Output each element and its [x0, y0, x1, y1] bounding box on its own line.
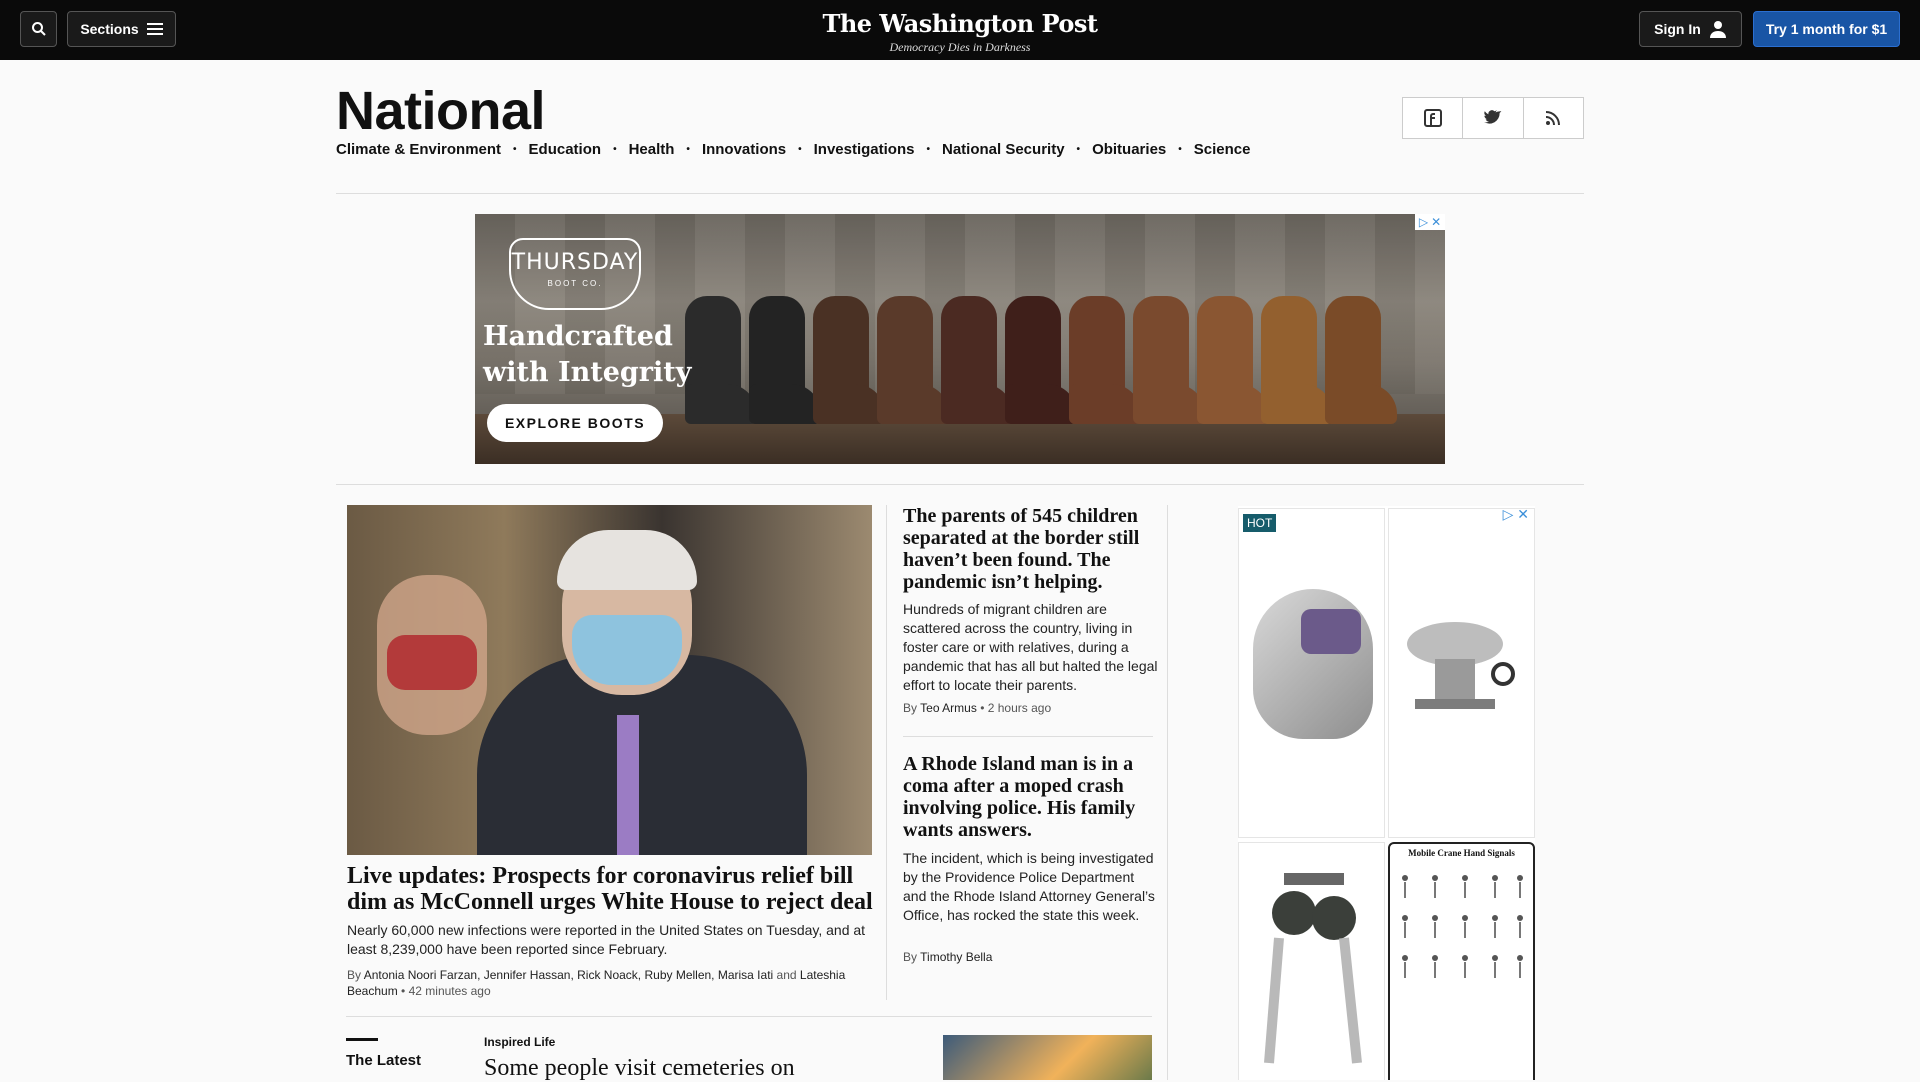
subnav-separator: •	[613, 144, 617, 155]
ad-headline-line-2: with Integrity	[483, 357, 692, 388]
story-byline: By Teo Armus • 2 hours ago	[903, 701, 1158, 715]
ad-headline-line-1: Handcrafted	[483, 321, 673, 352]
ad-tile-helmet[interactable]: HOT	[1238, 508, 1385, 838]
crane-chart-title: Mobile Crane Hand Signals	[1408, 848, 1515, 858]
subnav-separator: •	[1076, 144, 1081, 155]
site-logo[interactable]: The Washington Post	[760, 9, 1160, 38]
subnav-obituaries[interactable]: Obituaries	[1092, 141, 1166, 158]
sidebar-advertisement[interactable]: HOT ▷ ✕ Mobile Crane Hand Signals	[1238, 506, 1535, 1080]
image-tie	[617, 715, 639, 855]
ad-choices-close[interactable]: ▷ ✕	[1415, 214, 1445, 230]
subnav-innovations[interactable]: Innovations	[702, 141, 786, 158]
ad-choices-close[interactable]: ▷ ✕	[1503, 506, 1529, 523]
twitter-button[interactable]	[1463, 98, 1524, 138]
lead-story-headline[interactable]: Live updates: Prospects for coronavirus …	[347, 863, 877, 915]
ad-brand-sub: BOOT CO.	[547, 279, 603, 288]
lead-story-byline: By Antonia Noori Farzan, Jennifer Hassan…	[347, 967, 877, 999]
divider	[903, 736, 1153, 737]
site-tagline: Democracy Dies in Darkness	[889, 40, 1031, 54]
search-icon	[31, 22, 46, 36]
latest-label: The Latest	[346, 1052, 422, 1069]
byline-timestamp: 42 minutes ago	[408, 984, 491, 998]
byline-and: and	[776, 968, 797, 982]
byline-by: By	[903, 950, 918, 964]
subnav-climate-environment[interactable]: Climate & Environment	[336, 141, 501, 158]
welding-positioner-image	[1407, 622, 1515, 709]
subnav-health[interactable]: Health	[629, 141, 675, 158]
rss-button[interactable]	[1524, 98, 1583, 138]
story-blurb: The incident, which is being investigate…	[903, 850, 1155, 923]
divider	[346, 1016, 1152, 1017]
subnav-separator: •	[926, 144, 930, 155]
ad-tile-crane-signals[interactable]: Mobile Crane Hand Signals	[1388, 842, 1535, 1080]
byline-timestamp: 2 hours ago	[987, 701, 1052, 715]
lead-story-image[interactable]	[347, 505, 872, 855]
close-icon[interactable]: ✕	[1431, 215, 1441, 229]
sign-in-button[interactable]: Sign In	[1639, 11, 1742, 47]
latest-accent-bar	[346, 1038, 378, 1041]
subscribe-button[interactable]: Try 1 month for $1	[1753, 11, 1900, 47]
story-headline[interactable]: Some people visit cemeteries on	[484, 1055, 795, 1082]
subnav-separator: •	[513, 144, 517, 155]
section-subnav: Climate & Environment • Education • Health…	[336, 141, 1250, 158]
ad-boots-image	[675, 284, 1445, 424]
story-byline: By Timothy Bella	[903, 950, 1158, 964]
ad-headline: Handcrafted with Integrity	[483, 319, 691, 391]
subnav-separator: •	[1178, 144, 1182, 155]
story-kicker[interactable]: Inspired Life	[484, 1035, 555, 1049]
lead-story-blurb: Nearly 60,000 new infections were report…	[347, 922, 866, 957]
hamburger-icon	[146, 23, 163, 35]
twitter-icon	[1483, 110, 1502, 124]
byline-by: By	[347, 968, 362, 982]
sections-label: Sections	[80, 21, 139, 37]
helmet-visor	[1301, 609, 1361, 654]
hot-badge: HOT	[1243, 514, 1277, 532]
safety-lanyard-image	[1264, 873, 1362, 1064]
subnav-separator: •	[686, 144, 690, 155]
advertisement-banner[interactable]: THURSDAY BOOT CO. Handcrafted with Integ…	[475, 214, 1445, 464]
ad-tile-lanyard[interactable]	[1238, 842, 1385, 1080]
masthead[interactable]: The Washington Post Democracy Dies in Da…	[760, 9, 1160, 55]
story-thumbnail[interactable]	[943, 1035, 1152, 1080]
byline-author[interactable]: Teo Armus	[920, 701, 977, 715]
subnav-separator: •	[798, 144, 802, 155]
ad-brand-logo: THURSDAY BOOT CO.	[509, 238, 641, 310]
ad-cta-button[interactable]: EXPLORE BOOTS	[487, 404, 663, 442]
divider	[336, 193, 1584, 194]
ad-tile-positioner[interactable]	[1388, 508, 1535, 838]
page-title: National	[336, 81, 546, 141]
search-button[interactable]	[20, 11, 57, 47]
byline-authors[interactable]: Antonia Noori Farzan, Jennifer Hassan, R…	[364, 968, 774, 982]
subnav-education[interactable]: Education	[529, 141, 602, 158]
byline-by: By	[903, 701, 918, 715]
byline-author[interactable]: Timothy Bella	[920, 950, 992, 964]
crane-signals-figures	[1402, 875, 1523, 978]
sections-menu-button[interactable]: Sections	[67, 11, 176, 47]
facebook-button[interactable]	[1403, 98, 1464, 138]
image-background-mask	[387, 635, 477, 690]
adchoices-icon[interactable]: ▷	[1503, 506, 1514, 522]
sign-in-label: Sign In	[1654, 21, 1701, 37]
subnav-science[interactable]: Science	[1194, 141, 1251, 158]
byline-separator: •	[980, 701, 988, 715]
story-blurb: Hundreds of migrant children are scatter…	[903, 601, 1158, 693]
column-divider	[886, 505, 887, 1000]
story-headline[interactable]: A Rhode Island man is in a coma after a …	[903, 753, 1158, 841]
adchoices-icon[interactable]: ▷	[1419, 215, 1428, 229]
column-divider	[1167, 505, 1168, 1080]
top-navigation-bar: Sections The Washington Post Democracy D…	[0, 0, 1920, 60]
byline-separator: •	[401, 984, 409, 998]
rss-icon	[1546, 111, 1561, 126]
ad-brand: THURSDAY	[511, 250, 639, 275]
subnav-national-security[interactable]: National Security	[942, 141, 1065, 158]
image-mask	[572, 615, 682, 685]
share-bar	[1402, 97, 1584, 139]
facebook-icon	[1423, 109, 1442, 127]
divider	[336, 484, 1584, 485]
story-headline[interactable]: The parents of 545 children separated at…	[903, 505, 1158, 593]
image-hair	[557, 530, 697, 590]
user-icon	[1709, 21, 1726, 38]
subnav-investigations[interactable]: Investigations	[814, 141, 915, 158]
close-icon[interactable]: ✕	[1517, 506, 1529, 522]
